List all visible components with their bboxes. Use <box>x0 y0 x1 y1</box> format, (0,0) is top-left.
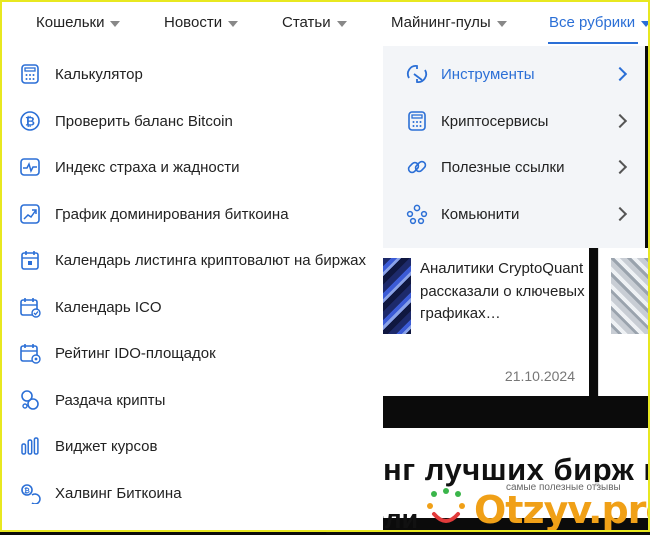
tools-icon <box>405 62 429 86</box>
bitcoin-icon: ₿ <box>18 109 42 133</box>
watermark-logo-icon <box>427 488 465 523</box>
top-navigation: Кошельки Новости Статьи Майнинг-пулы Все… <box>0 0 650 46</box>
calculator-icon <box>18 62 42 86</box>
category-label: Комьюнити <box>441 205 520 223</box>
menu-item-listing-calendar[interactable]: Календарь листинга криптовалют на биржах <box>0 240 383 280</box>
nav-item-all-categories[interactable]: Все рубрики <box>549 14 650 31</box>
menu-item-calculator[interactable]: Калькулятор <box>0 54 383 94</box>
menu-item-label: Проверить баланс Bitcoin <box>55 112 233 130</box>
caret-down-icon <box>228 20 239 27</box>
caret-down-icon <box>110 20 121 27</box>
calendar-rating-icon <box>18 341 42 365</box>
menu-item-bitcoin-balance[interactable]: ₿ Проверить баланс Bitcoin <box>0 101 383 141</box>
menu-item-label: Календарь листинга криптовалют на биржах <box>55 251 366 269</box>
menu-item-bitcoin-halving[interactable]: ₿ Халвинг Биткоина <box>0 473 383 513</box>
nav-item-label: Все рубрики <box>549 14 636 31</box>
nav-item-articles[interactable]: Статьи <box>282 14 347 31</box>
nav-item-label: Майнинг-пулы <box>391 14 491 31</box>
nav-item-label: Новости <box>164 14 223 31</box>
watermark: самые полезные отзывы Otzyv.pro <box>424 478 650 532</box>
article-title[interactable]: Аналитики CryptoQuant рассказали о ключе… <box>420 258 585 326</box>
categories-panel: Инструменты Криптосервисы Полезные ссылк… <box>383 46 645 248</box>
coins-icon <box>18 388 42 412</box>
calendar-icon <box>18 248 42 272</box>
nav-item-wallets[interactable]: Кошельки <box>36 14 121 31</box>
menu-item-label: Рейтинг IDO-площадок <box>55 344 216 362</box>
bar-chart-icon <box>18 434 42 458</box>
menu-item-label: Халвинг Биткоина <box>55 484 182 502</box>
menu-item-label: Календарь ICO <box>55 298 162 316</box>
halving-icon: ₿ <box>18 481 42 505</box>
caret-down-icon <box>496 20 507 27</box>
chevron-right-icon <box>612 159 628 175</box>
menu-item-ido-rating[interactable]: Рейтинг IDO-площадок <box>0 333 383 373</box>
article-card[interactable] <box>598 248 650 396</box>
nav-item-label: Кошельки <box>36 14 105 31</box>
pulse-chart-icon <box>18 155 42 179</box>
category-crypto-services[interactable]: Криптосервисы <box>383 101 645 141</box>
menu-item-label: Калькулятор <box>55 65 143 83</box>
menu-item-ico-calendar[interactable]: Календарь ICO <box>0 287 383 327</box>
menu-item-rates-widget[interactable]: Виджет курсов <box>0 426 383 466</box>
chevron-right-icon <box>612 66 628 82</box>
menu-item-label: График доминирования биткоина <box>55 205 289 223</box>
menu-item-btc-dominance[interactable]: График доминирования биткоина <box>0 194 383 234</box>
link-icon <box>405 155 429 179</box>
article-card[interactable]: Аналитики CryptoQuant рассказали о ключе… <box>383 248 589 396</box>
chevron-right-icon <box>612 113 628 129</box>
svg-text:₿: ₿ <box>24 487 30 495</box>
category-tools[interactable]: Инструменты <box>383 54 645 94</box>
nav-item-news[interactable]: Новости <box>164 14 239 31</box>
article-thumbnail <box>383 258 411 334</box>
community-icon <box>405 202 429 226</box>
tools-dropdown: Калькулятор ₿ Проверить баланс Bitcoin И… <box>0 46 383 532</box>
category-community[interactable]: Комьюнити <box>383 194 645 234</box>
category-label: Инструменты <box>441 65 535 83</box>
active-nav-underline <box>548 42 638 44</box>
menu-item-label: Индекс страха и жадности <box>55 158 240 176</box>
svg-text:₿: ₿ <box>25 115 35 129</box>
article-thumbnail <box>611 258 650 334</box>
caret-down-icon <box>641 20 650 27</box>
nav-item-label: Статьи <box>282 14 331 31</box>
menu-item-label: Раздача крипты <box>55 391 166 409</box>
calendar-check-icon <box>18 295 42 319</box>
caret-down-icon <box>336 20 347 27</box>
menu-item-fear-greed-index[interactable]: Индекс страха и жадности <box>0 147 383 187</box>
category-label: Полезные ссылки <box>441 158 565 176</box>
chevron-right-icon <box>612 206 628 222</box>
menu-item-crypto-airdrop[interactable]: Раздача крипты <box>0 380 383 420</box>
menu-item-label: Виджет курсов <box>55 437 158 455</box>
calculator-icon <box>405 109 429 133</box>
watermark-logo-text: Otzyv.pro <box>474 488 650 532</box>
category-label: Криптосервисы <box>441 112 549 130</box>
article-date: 21.10.2024 <box>504 368 575 384</box>
growth-chart-icon <box>18 202 42 226</box>
nav-item-mining-pools[interactable]: Майнинг-пулы <box>391 14 507 31</box>
category-useful-links[interactable]: Полезные ссылки <box>383 147 645 187</box>
